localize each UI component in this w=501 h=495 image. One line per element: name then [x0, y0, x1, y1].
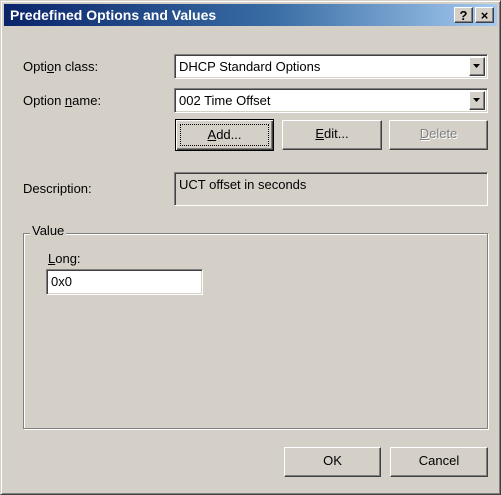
option-name-dropdown-button[interactable] [469, 91, 485, 110]
long-label: Long: [48, 251, 81, 266]
option-name-dropdown[interactable]: 002 Time Offset [174, 88, 488, 113]
description-label: Description: [23, 181, 92, 196]
close-button[interactable]: × [475, 7, 494, 23]
cancel-button[interactable]: Cancel [390, 447, 488, 477]
chevron-down-icon [473, 64, 480, 68]
predefined-options-dialog: Predefined Options and Values ? × Option… [0, 0, 501, 495]
long-value-input[interactable]: 0x0 [46, 269, 203, 295]
option-class-dropdown[interactable]: DHCP Standard Options [174, 54, 488, 79]
delete-button-label: Delete [419, 126, 458, 141]
value-groupbox [23, 233, 488, 429]
long-value-text: 0x0 [51, 274, 72, 289]
option-name-value: 002 Time Offset [179, 93, 271, 108]
option-class-value: DHCP Standard Options [179, 59, 321, 74]
title-bar[interactable]: Predefined Options and Values ? × [4, 4, 497, 26]
cancel-button-label: Cancel [418, 453, 460, 468]
ok-button[interactable]: OK [284, 447, 381, 477]
delete-button[interactable]: Delete [389, 120, 488, 150]
description-value: UCT offset in seconds [179, 177, 307, 192]
option-class-label: Option class: [23, 59, 99, 74]
add-button-label: Add... [207, 127, 242, 142]
window-title: Predefined Options and Values [10, 7, 217, 23]
value-group-legend: Value [30, 223, 67, 238]
option-name-label: Option name: [23, 93, 102, 108]
description-field: UCT offset in seconds [174, 172, 488, 206]
edit-button-label: Edit... [315, 126, 349, 141]
edit-button[interactable]: Edit... [282, 120, 382, 150]
help-button[interactable]: ? [454, 7, 473, 23]
close-icon: × [480, 8, 489, 23]
option-class-dropdown-button[interactable] [469, 57, 485, 76]
chevron-down-icon [473, 98, 480, 102]
help-icon: ? [459, 8, 468, 23]
add-button[interactable]: Add... [175, 119, 274, 151]
ok-button-label: OK [323, 453, 342, 468]
